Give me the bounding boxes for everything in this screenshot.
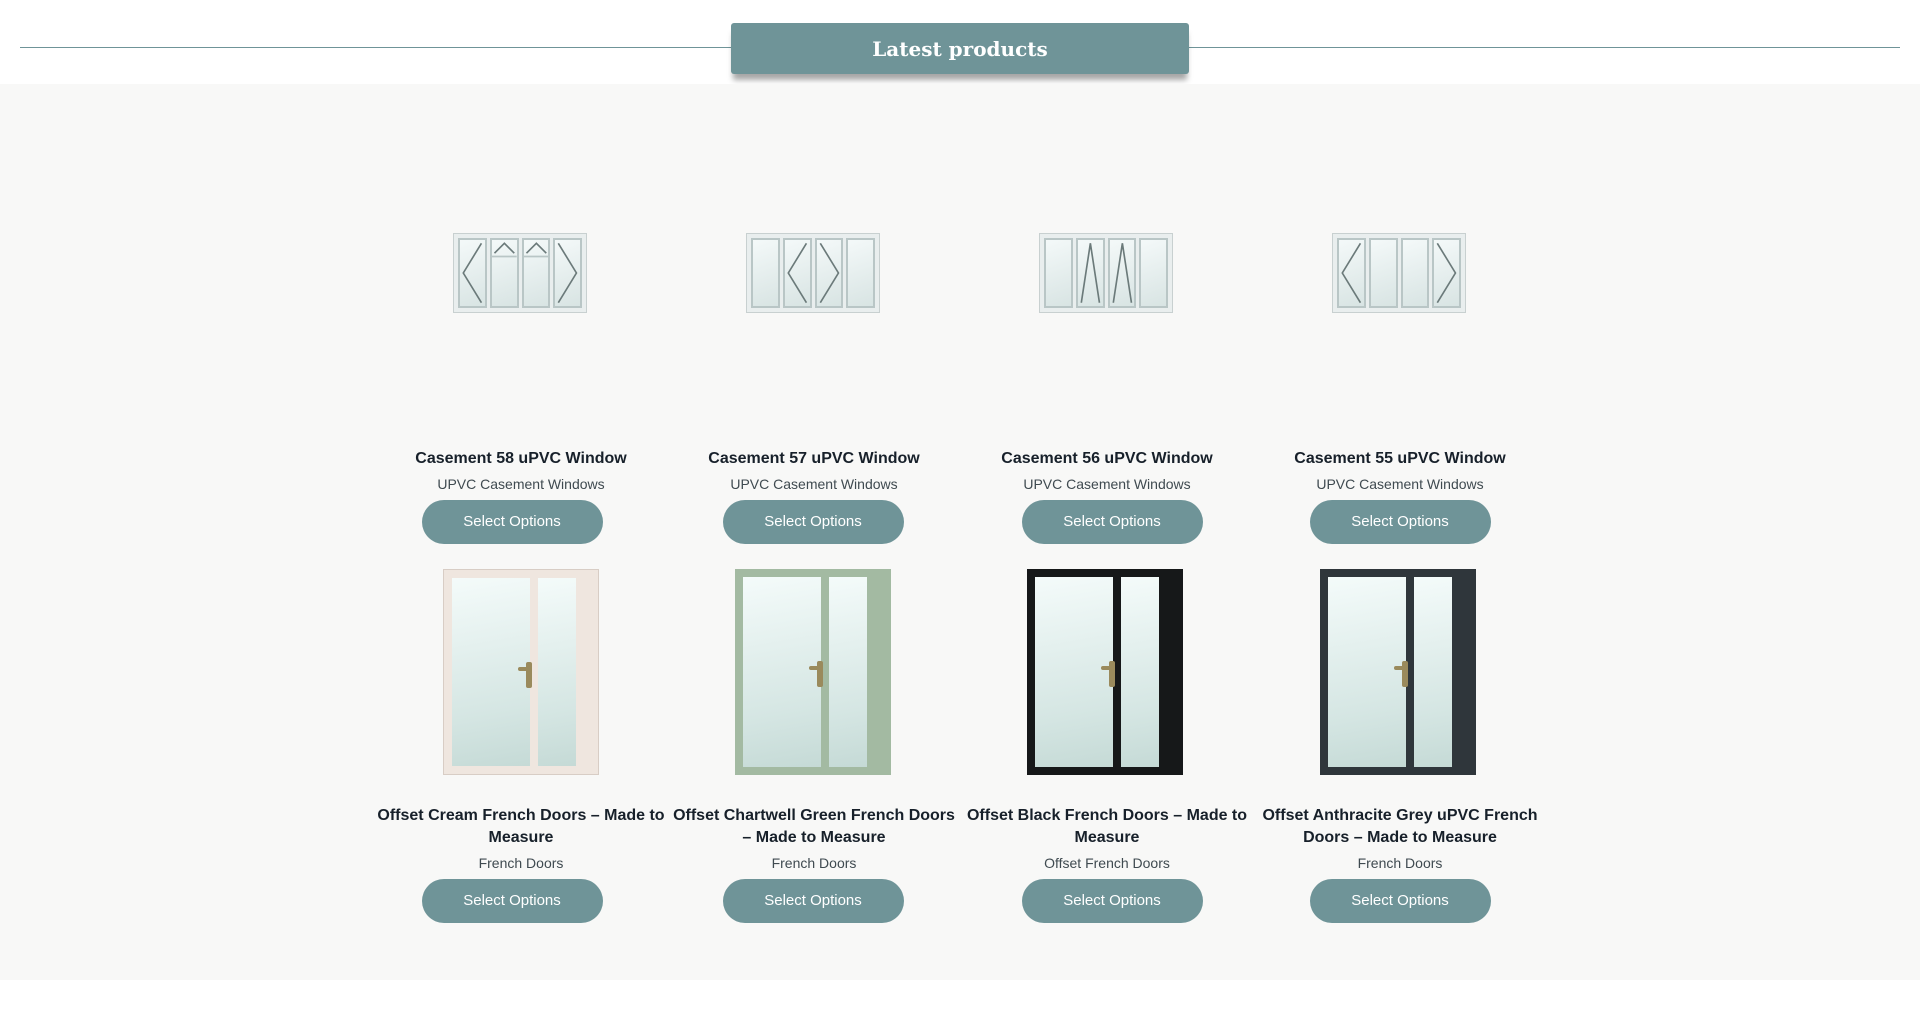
select-options-button[interactable]: Select Options [722, 500, 904, 544]
product-image[interactable] [453, 233, 587, 313]
product-name[interactable]: Casement 57 uPVC Window [668, 448, 960, 470]
product-image[interactable] [1332, 233, 1466, 313]
product-image[interactable] [1027, 569, 1183, 775]
product-name[interactable]: Offset Chartwell Green French Doors – Ma… [668, 805, 960, 849]
product-card: Casement 55 uPVC Window UPVC Casement Wi… [1254, 448, 1546, 544]
product-name[interactable]: Offset Anthracite Grey uPVC French Doors… [1254, 805, 1546, 849]
door-handle-icon [1394, 661, 1408, 687]
product-name[interactable]: Offset Cream French Doors – Made to Meas… [375, 805, 667, 849]
casement-55-window-image [1332, 233, 1466, 313]
select-options-button[interactable]: Select Options [1309, 879, 1491, 923]
product-card: Casement 57 uPVC Window UPVC Casement Wi… [668, 448, 960, 544]
product-category[interactable]: Offset French Doors [961, 855, 1253, 871]
product-category[interactable]: French Doors [375, 855, 667, 871]
product-image[interactable] [1320, 569, 1476, 775]
product-image[interactable] [443, 569, 599, 775]
product-name[interactable]: Offset Black French Doors – Made to Meas… [961, 805, 1253, 849]
casement-56-window-image [1039, 233, 1173, 313]
anthracite-grey-french-door-image [1320, 569, 1476, 775]
product-card: Casement 56 uPVC Window UPVC Casement Wi… [961, 448, 1253, 544]
door-handle-icon [1101, 661, 1115, 687]
chartwell-green-french-door-image [735, 569, 891, 775]
select-options-button[interactable]: Select Options [722, 879, 904, 923]
select-options-button[interactable]: Select Options [421, 500, 603, 544]
casement-57-window-image [746, 233, 880, 313]
product-category[interactable]: UPVC Casement Windows [375, 476, 667, 492]
select-options-button[interactable]: Select Options [421, 879, 603, 923]
section-title: Latest products [731, 23, 1189, 74]
product-category[interactable]: UPVC Casement Windows [668, 476, 960, 492]
door-handle-icon [518, 662, 532, 688]
product-card: Offset Chartwell Green French Doors – Ma… [668, 805, 960, 923]
product-card: Casement 58 uPVC Window UPVC Casement Wi… [375, 448, 667, 544]
casement-58-window-image [453, 233, 587, 313]
select-options-button[interactable]: Select Options [1021, 879, 1203, 923]
product-image[interactable] [746, 233, 880, 313]
product-category[interactable]: UPVC Casement Windows [961, 476, 1253, 492]
product-name[interactable]: Casement 55 uPVC Window [1254, 448, 1546, 470]
product-image[interactable] [1039, 233, 1173, 313]
product-card: Offset Black French Doors – Made to Meas… [961, 805, 1253, 923]
cream-french-door-image [443, 569, 599, 775]
product-name[interactable]: Casement 56 uPVC Window [961, 448, 1253, 470]
black-french-door-image [1027, 569, 1183, 775]
product-image[interactable] [735, 569, 891, 775]
products-grid: Casement 58 uPVC Window UPVC Casement Wi… [0, 84, 1920, 980]
product-category[interactable]: UPVC Casement Windows [1254, 476, 1546, 492]
product-card: Offset Anthracite Grey uPVC French Doors… [1254, 805, 1546, 923]
product-category[interactable]: French Doors [668, 855, 960, 871]
product-card: Offset Cream French Doors – Made to Meas… [375, 805, 667, 923]
select-options-button[interactable]: Select Options [1309, 500, 1491, 544]
product-name[interactable]: Casement 58 uPVC Window [375, 448, 667, 470]
select-options-button[interactable]: Select Options [1021, 500, 1203, 544]
product-category[interactable]: French Doors [1254, 855, 1546, 871]
door-handle-icon [809, 661, 823, 687]
